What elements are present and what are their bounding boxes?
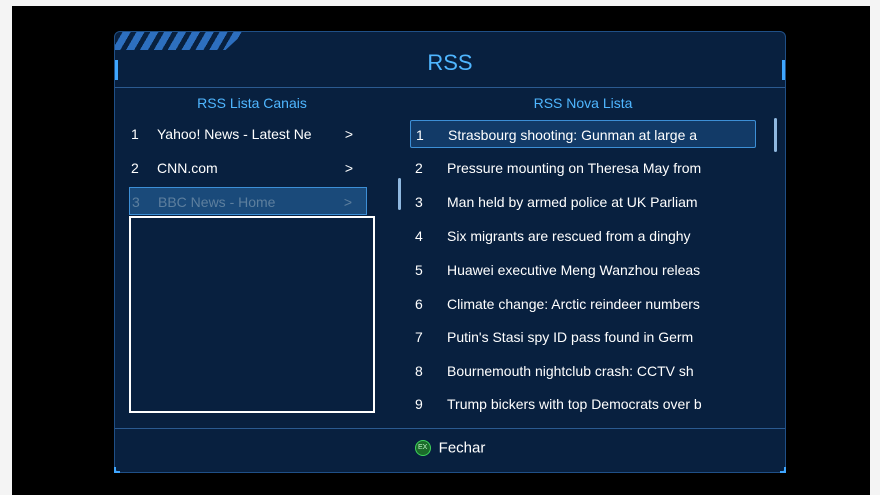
decorative-stripe <box>115 32 245 50</box>
chevron-right-icon: > <box>343 194 352 210</box>
news-item[interactable]: 5 Huawei executive Meng Wanzhou releas <box>410 256 756 284</box>
item-number: 2 <box>131 160 139 176</box>
news-label: Six migrants are rescued from a dinghy <box>447 228 691 244</box>
header-divider <box>115 87 785 88</box>
channel-label: CNN.com <box>157 160 218 176</box>
news-header: RSS Nova Lista <box>533 95 633 111</box>
news-label: Huawei executive Meng Wanzhou releas <box>447 262 701 278</box>
title-bracket-right <box>782 60 785 80</box>
item-number: 4 <box>415 228 423 244</box>
news-label: Putin's Stasi spy ID pass found in Germ <box>447 329 694 345</box>
tv-screen: RSS RSS Lista Canais RSS Nova Lista 1 Ya… <box>12 6 870 495</box>
news-item[interactable]: 9 Trump bickers with top Democrats over … <box>410 390 756 418</box>
news-label: Bournemouth nightclub crash: CCTV sh <box>447 363 694 379</box>
news-item[interactable]: 6 Climate change: Arctic reindeer number… <box>410 290 756 318</box>
rss-panel: RSS RSS Lista Canais RSS Nova Lista 1 Ya… <box>114 31 786 473</box>
news-label: Pressure mounting on Theresa May from <box>447 160 702 176</box>
item-number: 5 <box>415 262 423 278</box>
footer-divider <box>115 428 785 429</box>
exit-button-icon[interactable]: EX <box>414 439 431 456</box>
chevron-right-icon: > <box>344 126 353 142</box>
item-number: 1 <box>131 126 139 142</box>
channel-label: Yahoo! News - Latest Ne <box>157 126 312 142</box>
news-item[interactable]: 2 Pressure mounting on Theresa May from <box>410 154 756 182</box>
news-label: Man held by armed police at UK Parliam <box>447 194 698 210</box>
title-bracket-left <box>115 60 118 80</box>
item-number: 8 <box>415 363 423 379</box>
channels-header: RSS Lista Canais <box>197 95 307 111</box>
news-item[interactable]: 8 Bournemouth nightclub crash: CCTV sh <box>410 357 756 385</box>
channel-item-selected[interactable]: 3 BBC News - Home > <box>129 187 367 215</box>
news-item[interactable]: 4 Six migrants are rescued from a dinghy <box>410 222 756 250</box>
close-label: Fechar <box>438 439 486 457</box>
channel-item[interactable]: 1 Yahoo! News - Latest Ne > <box>129 120 367 148</box>
footer-bar: EX Fechar <box>115 439 785 465</box>
news-item[interactable]: 3 Man held by armed police at UK Parliam <box>410 188 756 216</box>
item-number: 6 <box>415 296 423 312</box>
item-number: 9 <box>415 396 423 412</box>
corner-accent <box>780 467 786 473</box>
preview-box <box>129 216 375 413</box>
news-item-selected[interactable]: 1 Strasbourg shooting: Gunman at large a <box>410 120 756 148</box>
item-number: 1 <box>416 127 424 143</box>
news-label: Trump bickers with top Democrats over b <box>447 396 702 412</box>
news-item[interactable]: 7 Putin's Stasi spy ID pass found in Ger… <box>410 323 756 351</box>
page-title: RSS <box>427 50 473 75</box>
news-label: Climate change: Arctic reindeer numbers <box>447 296 700 312</box>
item-number: 3 <box>132 194 140 210</box>
news-label: Strasbourg shooting: Gunman at large a <box>448 127 698 143</box>
channel-item[interactable]: 2 CNN.com > <box>129 154 367 182</box>
corner-accent <box>114 467 120 473</box>
channel-label: BBC News - Home <box>158 194 276 210</box>
news-scrollbar[interactable] <box>774 118 777 152</box>
chevron-right-icon: > <box>344 160 353 176</box>
item-number: 7 <box>415 329 423 345</box>
item-number: 2 <box>415 160 423 176</box>
channel-scrollbar[interactable] <box>398 178 401 210</box>
item-number: 3 <box>415 194 423 210</box>
